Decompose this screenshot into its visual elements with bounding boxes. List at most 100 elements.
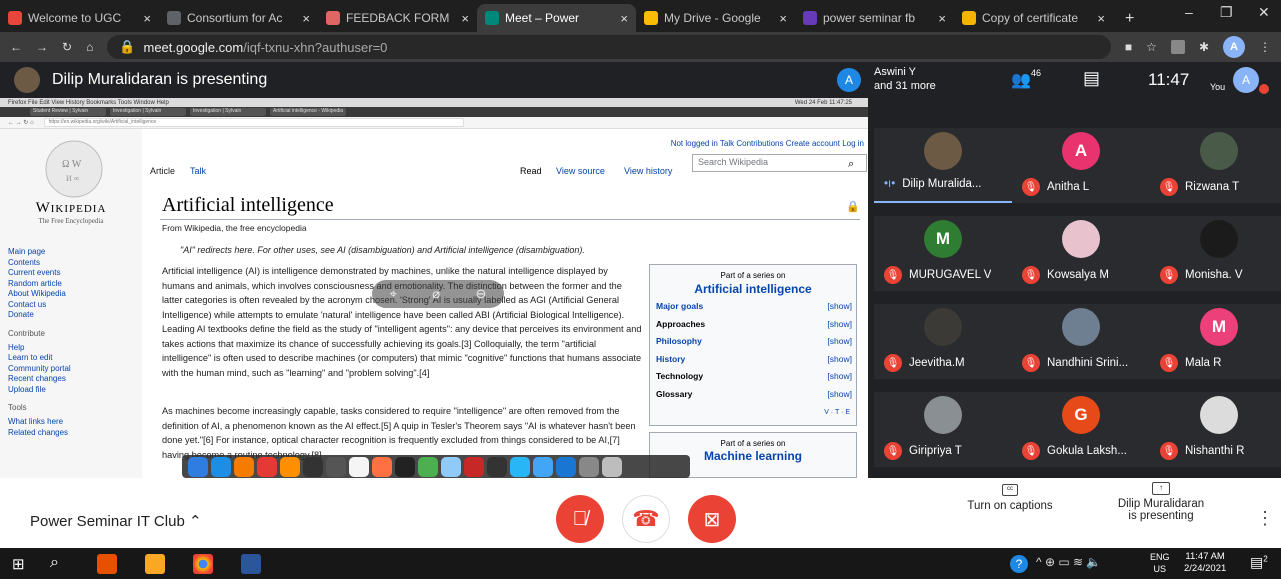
- participant-tile[interactable]: 🎙 Nandhini Srini...: [1012, 304, 1150, 379]
- camera-icon[interactable]: ■: [1125, 40, 1132, 54]
- participant-tile[interactable]: A 🎙 Anitha L: [1012, 128, 1150, 203]
- browser-tab[interactable]: Copy of certificate ×: [954, 4, 1113, 32]
- dock-app-icon: [441, 456, 461, 477]
- speaking-icon: •ı•: [884, 178, 896, 190]
- participant-tile[interactable]: M 🎙 MURUGAVEL V: [874, 216, 1012, 291]
- tab-close-icon[interactable]: ×: [620, 11, 628, 26]
- bookmark-star-icon[interactable]: ☆: [1146, 40, 1157, 54]
- url-field[interactable]: 🔒 meet.google.com/iqf-txnu-xhn?authuser=…: [107, 35, 1111, 59]
- participant-tile[interactable]: G 🎙 Gokula Laksh...: [1012, 392, 1150, 467]
- taskbar-clock[interactable]: 11:47 AM 2/24/2021: [1184, 551, 1226, 575]
- browser-tab[interactable]: Consortium for Ac ×: [159, 4, 318, 32]
- file-explorer-icon[interactable]: [145, 554, 165, 574]
- people-icon[interactable]: 👥: [1011, 70, 1031, 90]
- minimize-icon[interactable]: –: [1185, 4, 1193, 20]
- participant-tile[interactable]: 🎙 Nishanthi R: [1150, 392, 1281, 467]
- participant-avatar: [1200, 396, 1238, 434]
- dock-app-icon: [418, 456, 438, 477]
- infobox-row-label: Approaches: [656, 318, 706, 329]
- infobox-row-label: Glossary: [656, 388, 693, 399]
- browser-tab[interactable]: FEEDBACK FORM ×: [318, 4, 477, 32]
- tab-favicon-icon: [8, 11, 22, 25]
- mic-toggle-button[interactable]: 🎙̸: [556, 495, 604, 543]
- tab-favicon-icon: [167, 11, 181, 25]
- close-window-icon[interactable]: ✕: [1258, 4, 1270, 21]
- nav-heading: Tools: [8, 403, 27, 412]
- extension-icon[interactable]: [1170, 40, 1185, 54]
- tab-favicon-icon: [326, 11, 340, 25]
- browser-tab[interactable]: My Drive - Google ×: [636, 4, 795, 32]
- participant-tile[interactable]: 🎙 Giripriya T: [874, 392, 1012, 467]
- browser-tab[interactable]: power seminar fb ×: [795, 4, 954, 32]
- forward-icon[interactable]: →: [36, 40, 48, 54]
- participant-name-row: 🎙 Monisha. V: [1160, 266, 1243, 284]
- tab-read: Read: [520, 166, 542, 176]
- tab-close-icon[interactable]: ×: [938, 11, 946, 26]
- maximize-icon[interactable]: ❐: [1220, 4, 1233, 21]
- meeting-name-text: Power Seminar IT Club: [30, 513, 185, 530]
- participant-avatar: [1200, 220, 1238, 258]
- new-tab-button[interactable]: +: [1125, 10, 1134, 28]
- camera-toggle-button[interactable]: ⊠: [688, 495, 736, 543]
- leave-call-button[interactable]: ☎: [622, 495, 670, 543]
- dock-app-icon: [349, 456, 369, 477]
- dock-app-icon: [234, 456, 254, 477]
- infobox-show-link: [show]: [827, 371, 852, 381]
- chat-icon[interactable]: ▤: [1083, 68, 1100, 89]
- participant-tile[interactable]: 🎙 Rizwana T: [1150, 128, 1281, 203]
- lang-indicator[interactable]: ENG US: [1150, 551, 1170, 575]
- article-title: Artificial intelligence: [162, 194, 334, 216]
- participant-tile[interactable]: 🎙 Monisha. V: [1150, 216, 1281, 291]
- browser-tab[interactable]: Welcome to UGC ×: [0, 4, 159, 32]
- app-icon[interactable]: [97, 554, 117, 574]
- nav-link: Recent changes: [8, 374, 66, 383]
- home-icon[interactable]: ⌂: [86, 40, 93, 54]
- tab-close-icon[interactable]: ×: [302, 11, 310, 26]
- ff-tab: Investigation | Sylvain: [190, 108, 266, 116]
- infobox-vte: V · T · E: [824, 409, 850, 416]
- presenting-button[interactable]: ↑ Dilip Muralidaran is presenting: [1096, 482, 1226, 522]
- profile-avatar[interactable]: A: [1223, 36, 1245, 58]
- tab-title: My Drive - Google: [664, 11, 761, 25]
- infobox-show-link: [show]: [827, 353, 852, 364]
- tray-icons[interactable]: ^ ⊕ ▭ ≋ 🔈: [1036, 555, 1101, 569]
- back-icon[interactable]: ←: [10, 40, 22, 54]
- reload-icon[interactable]: ↻: [62, 40, 72, 54]
- kebab-menu-icon[interactable]: ⋮: [1259, 40, 1271, 54]
- participant-avatar: M: [924, 220, 962, 258]
- infobox-row: Technology [show]: [656, 371, 852, 381]
- nav-link: About Wikipedia: [8, 289, 66, 298]
- participant-grid: •ı• Dilip Muralida... A 🎙 Anitha L 🎙 Rizwana T…: [868, 98, 1281, 478]
- tab-close-icon[interactable]: ×: [461, 11, 469, 26]
- chrome-icon[interactable]: [193, 554, 213, 574]
- meet-control-bar: Power Seminar IT Club ⌃ 🎙̸ ☎ ⊠ cc Turn o…: [0, 478, 1281, 548]
- infobox-show-link: [show]: [827, 318, 852, 329]
- notification-icon[interactable]: ▤2: [1250, 554, 1268, 571]
- tab-favicon-icon: [644, 11, 658, 25]
- participant-tile[interactable]: •ı• Dilip Muralida...: [874, 128, 1012, 203]
- participant-name-row: 🎙 Giripriya T: [884, 442, 962, 460]
- participant-avatar: [924, 132, 962, 170]
- word-icon[interactable]: [241, 554, 261, 574]
- search-icon[interactable]: ⌕: [50, 554, 59, 572]
- meeting-name[interactable]: Power Seminar IT Club ⌃: [30, 512, 202, 530]
- mac-status: Wed 24 Feb 11:47:25: [794, 99, 852, 106]
- help-icon[interactable]: ?: [1010, 555, 1028, 573]
- wikipedia-header: Not logged in Talk Contributions Create …: [142, 129, 868, 195]
- tab-close-icon[interactable]: ×: [1097, 11, 1105, 26]
- infobox-series: Part of a series on: [720, 271, 786, 280]
- ff-back-icon: ← → ↻ ⌂: [8, 120, 34, 126]
- nav-link: Random article: [8, 278, 62, 288]
- muted-mic-icon: 🎙: [1160, 178, 1178, 196]
- participant-tile[interactable]: M 🎙 Mala R: [1150, 304, 1281, 379]
- tab-close-icon[interactable]: ×: [143, 11, 151, 26]
- captions-button[interactable]: cc Turn on captions: [960, 484, 1060, 512]
- tab-title: power seminar fb: [823, 11, 916, 25]
- browser-tab[interactable]: Meet – Power ×: [477, 4, 636, 32]
- more-options-icon[interactable]: ⋮: [1256, 508, 1274, 529]
- windows-start-icon[interactable]: ⊞: [12, 555, 25, 573]
- tab-close-icon[interactable]: ×: [779, 11, 787, 26]
- participant-tile[interactable]: 🎙 Kowsalya M: [1012, 216, 1150, 291]
- puzzle-icon[interactable]: ✱: [1199, 40, 1209, 54]
- participant-tile[interactable]: 🎙 Jeevitha.M: [874, 304, 1012, 379]
